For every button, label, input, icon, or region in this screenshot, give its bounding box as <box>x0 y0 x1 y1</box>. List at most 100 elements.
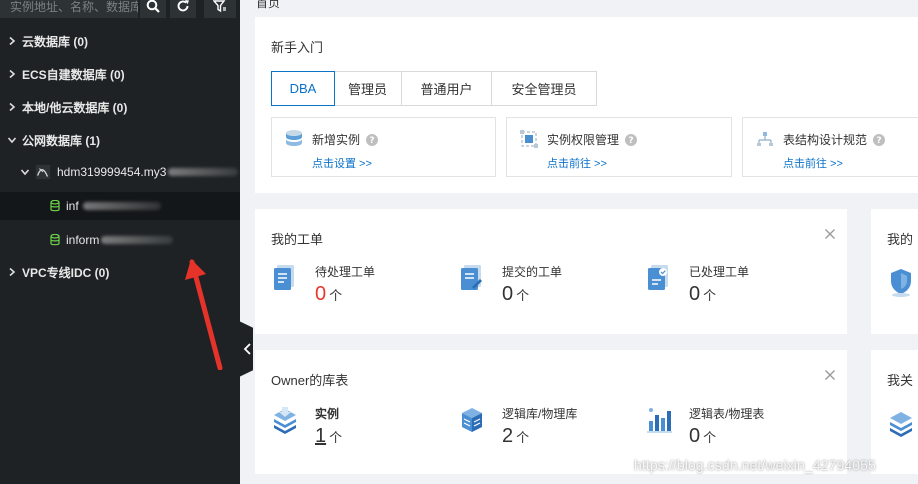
ticket-pending-icon <box>274 265 294 290</box>
stat-value: 0个 <box>689 425 716 448</box>
tree-item-label: 公网数据库 (1) <box>22 133 101 148</box>
guide-title: 表结构设计规范 <box>783 133 868 147</box>
mysql-instance-icon <box>35 164 51 180</box>
chevron-right-icon <box>9 69 16 79</box>
tree-item-database-selected[interactable]: inf <box>0 192 240 220</box>
stat-value: 0个 <box>315 283 342 306</box>
sidebar: 云数据库 (0) ECS自建数据库 (0) 本地/他云数据库 (0) 公网数据库… <box>0 0 240 484</box>
ticket-submitted-icon <box>461 265 482 290</box>
guide-title-row: 表结构设计规范 ? <box>783 131 886 148</box>
shield-icon <box>891 269 911 297</box>
tree-item-label: 本地/他云数据库 (0) <box>22 100 128 115</box>
guide-title-row: 实例权限管理 ? <box>547 131 638 148</box>
card-title: 我的 <box>887 232 914 247</box>
stat-tables[interactable]: 逻辑表/物理表 0个 <box>645 405 795 457</box>
database-name: inform <box>66 233 100 247</box>
table-design-icon <box>757 132 773 146</box>
close-icon[interactable] <box>824 369 836 381</box>
owner-tables-card: Owner的库表 实例 1个 逻辑库/物理库 2个 逻辑表/物理表 0个 <box>255 350 847 474</box>
stat-label: 逻辑表/物理表 <box>689 407 765 421</box>
stat-value: 0个 <box>502 283 529 306</box>
tab-dba[interactable]: DBA <box>271 71 335 106</box>
search-input[interactable] <box>0 0 138 18</box>
tree-item-label: 云数据库 (0) <box>22 34 89 49</box>
guide-link-settings[interactable]: 点击设置 >> <box>312 155 372 171</box>
redacted-text <box>82 202 161 210</box>
instance-stack-icon <box>274 407 296 434</box>
watermark: https://blog.csdn.net/weixin_42794055 <box>634 457 876 473</box>
redacted-text <box>101 236 174 244</box>
database-name: inf <box>66 199 79 213</box>
chevron-right-icon <box>9 102 16 112</box>
tree-item-instance[interactable]: hdm319999454.my3 <box>0 158 240 186</box>
stat-number: 0 <box>502 283 514 305</box>
search-button[interactable] <box>140 0 166 18</box>
stat-number[interactable]: 1 <box>315 425 326 447</box>
tab-user[interactable]: 普通用户 <box>402 72 492 105</box>
stat-number: 2 <box>502 425 514 447</box>
ticket-processed-icon <box>648 265 668 290</box>
tab-admin[interactable]: 管理员 <box>334 72 402 105</box>
tree-item-database[interactable]: inform <box>0 226 240 254</box>
close-icon[interactable] <box>824 228 836 240</box>
tab-security-admin[interactable]: 安全管理员 <box>492 72 596 105</box>
stat-instances[interactable]: 实例 1个 <box>271 405 421 457</box>
filter-icon <box>213 0 226 13</box>
svg-text:?: ? <box>876 136 881 146</box>
svg-text:?: ? <box>369 136 374 146</box>
redacted-text <box>168 168 239 176</box>
my-tickets-card: 我的工单 待处理工单 0个 提交的工单 0个 已处理工单 0个 <box>255 209 847 334</box>
help-icon[interactable]: ? <box>625 133 638 146</box>
database-icon <box>50 200 60 212</box>
card-title: 我的工单 <box>271 232 324 247</box>
guide-add-instance: 新增实例 ? 点击设置 >> <box>271 117 496 177</box>
stat-label: 提交的工单 <box>502 265 563 279</box>
stat-value: 0个 <box>689 283 716 306</box>
main-content: 首页 新手入门 DBA 管理员 普通用户 安全管理员 新增实例 ? 点击设置 >… <box>240 0 918 484</box>
stat-number: 0 <box>315 283 327 305</box>
stat-submitted-tickets[interactable]: 提交的工单 0个 <box>458 263 608 315</box>
chevron-right-icon <box>9 36 16 46</box>
guide-title-row: 新增实例 ? <box>312 131 379 148</box>
card-title: Owner的库表 <box>271 373 349 388</box>
stat-unit: 个 <box>329 288 343 303</box>
stat-label: 待处理工单 <box>315 265 376 279</box>
sidebar-search-row <box>0 0 240 20</box>
page-title: 首页 <box>256 0 281 10</box>
tree-item-label: VPC专线IDC (0) <box>22 265 110 280</box>
stat-label: 已处理工单 <box>689 265 750 279</box>
database-icon <box>50 234 60 246</box>
stat-label: 实例 <box>315 407 340 421</box>
help-icon[interactable]: ? <box>366 133 379 146</box>
stat-databases[interactable]: 逻辑库/物理库 2个 <box>458 405 608 457</box>
filter-button[interactable] <box>204 0 236 18</box>
card-title: 新手入门 <box>271 40 324 55</box>
guide-table-design: 表结构设计规范 ? 点击前往 >> <box>742 117 918 177</box>
guide-link-table-design[interactable]: 点击前往 >> <box>783 155 843 171</box>
stat-unit: 个 <box>703 430 717 445</box>
stat-processed-tickets[interactable]: 已处理工单 0个 <box>645 263 795 315</box>
stat-unit: 个 <box>516 430 530 445</box>
tree-item-local-db[interactable]: 本地/他云数据库 (0) <box>0 93 240 121</box>
search-icon <box>146 0 160 13</box>
stat-number: 0 <box>689 283 701 305</box>
refresh-button[interactable] <box>170 0 196 18</box>
stat-label: 逻辑库/物理库 <box>502 407 578 421</box>
stat-pending-tickets[interactable]: 待处理工单 0个 <box>271 263 421 315</box>
guide-link-permission[interactable]: 点击前往 >> <box>547 155 607 171</box>
tree-item-ecs-db[interactable]: ECS自建数据库 (0) <box>0 60 240 88</box>
guide-title: 实例权限管理 <box>547 133 620 147</box>
my-side-card: 我的 <box>871 209 918 334</box>
svg-text:?: ? <box>628 136 633 146</box>
tree-item-public-db[interactable]: 公网数据库 (1) <box>0 126 240 154</box>
annotation-arrow-icon <box>185 259 223 370</box>
stat-unit: 个 <box>329 430 343 445</box>
guide-instance-permission: 实例权限管理 ? 点击前往 >> <box>506 117 732 177</box>
guide-title: 新增实例 <box>312 133 361 147</box>
tree-item-cloud-db[interactable]: 云数据库 (0) <box>0 27 240 55</box>
instance-name: hdm319999454.my3 <box>57 165 167 179</box>
help-icon[interactable]: ? <box>873 133 886 146</box>
stat-value: 2个 <box>502 425 529 448</box>
chevron-down-icon <box>7 137 17 144</box>
tree-item-label: ECS自建数据库 (0) <box>22 67 125 82</box>
